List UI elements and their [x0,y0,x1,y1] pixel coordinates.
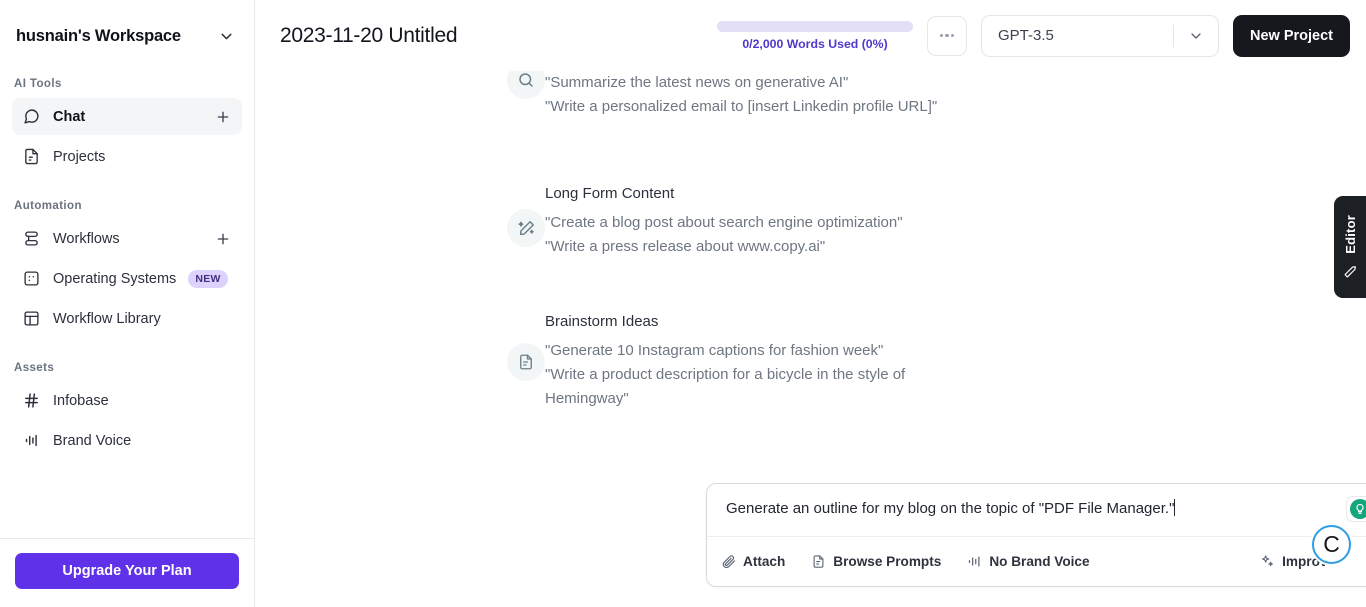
document-text-icon [507,343,545,381]
suggestion-line[interactable]: "Write a personalized email to [insert L… [545,95,1366,119]
word-usage-progress-bar [717,20,913,32]
hash-icon [22,391,41,410]
chat-suggestions-area: "Summarize the latest news on generative… [255,71,1366,607]
sidebar-item-workflow-library[interactable]: Workflow Library [12,300,242,337]
grid-dots-icon [22,269,41,288]
grammarly-widget[interactable] [1346,496,1366,522]
brand-voice-button[interactable]: No Brand Voice [967,554,1090,569]
sidebar-group-ai-tools: Chat Projects [0,98,254,178]
sidebar-item-operating-systems[interactable]: Operating Systems NEW [12,260,242,297]
ellipsis-icon [945,33,949,38]
chevron-down-icon[interactable] [1174,28,1218,44]
suggestion-line[interactable]: "Summarize the latest news on generative… [545,71,1366,95]
ellipsis-icon [951,33,955,38]
sidebar-group-automation: Workflows Operating Systems NEW Workflow… [0,220,254,340]
document-icon [811,554,826,569]
audio-waveform-icon [967,554,982,569]
sidebar-item-brand-voice[interactable]: Brand Voice [12,422,242,459]
sidebar-item-label: Infobase [53,392,109,409]
magic-pen-icon [507,209,545,247]
main-area: 2023-11-20 Untitled 0/2,000 Words Used (… [255,0,1366,607]
new-project-button[interactable]: New Project [1233,14,1350,57]
suggestion-group-brainstorm: Brainstorm Ideas "Generate 10 Instagram … [507,313,1366,411]
chat-support-c-icon: C [1312,525,1351,564]
more-options-button[interactable] [927,15,967,56]
top-bar-actions: 0/2,000 Words Used (0%) GPT-3.5 New Proj… [717,14,1350,57]
browse-prompts-button[interactable]: Browse Prompts [811,554,941,569]
workflow-icon [22,229,41,248]
browse-prompts-label: Browse Prompts [833,554,942,569]
audio-waveform-icon [22,431,41,450]
suggestion-line[interactable]: "Create a blog post about search engine … [545,211,1366,235]
suggestion-line[interactable]: "Write a product description for a bicyc… [545,363,965,411]
editor-side-tab[interactable]: Editor [1334,196,1366,298]
suggestions-list: "Summarize the latest news on generative… [255,71,1366,411]
attach-button[interactable]: Attach [721,554,785,569]
ellipsis-icon [939,33,943,38]
chat-input-value: Generate an outline for my blog on the t… [726,500,1175,517]
model-selector-value: GPT-3.5 [998,27,1054,44]
sidebar: husnain's Workspace AI Tools Chat Projec… [0,0,255,607]
sidebar-item-chat[interactable]: Chat [12,98,242,135]
upgrade-plan-button[interactable]: Upgrade Your Plan [15,553,239,589]
suggestion-line[interactable]: "Write a press release about www.copy.ai… [545,235,1366,259]
sidebar-item-label: Projects [53,148,106,165]
sidebar-item-workflows[interactable]: Workflows [12,220,242,257]
add-chat-icon[interactable] [214,108,232,126]
editor-tab-label: Editor [1342,214,1358,254]
model-selector[interactable]: GPT-3.5 [981,14,1219,57]
word-usage-meter: 0/2,000 Words Used (0%) [717,20,913,51]
suggestion-line[interactable]: "Generate 10 Instagram captions for fash… [545,339,1366,363]
sidebar-item-label: Operating Systems [53,270,177,287]
brand-voice-label: No Brand Voice [989,554,1090,569]
word-usage-label: 0/2,000 Words Used (0%) [742,36,888,51]
suggestion-title: Brainstorm Ideas [545,313,659,330]
suggestion-group-search: "Summarize the latest news on generative… [507,71,1366,119]
suggestion-title: Long Form Content [545,185,675,202]
page-title: 2023-11-20 Untitled [280,23,458,47]
add-workflow-icon[interactable] [214,230,232,248]
suggestion-group-long-form: Long Form Content "Create a blog post ab… [507,185,1366,259]
sparkle-icon [1260,554,1275,569]
search-icon [507,71,545,99]
top-bar: 2023-11-20 Untitled 0/2,000 Words Used (… [255,0,1366,71]
composer-input-row: Generate an outline for my blog on the t… [707,484,1366,536]
sidebar-section-label-automation: Automation [14,200,82,212]
pencil-icon [1343,260,1357,279]
chat-support-widget[interactable]: C [1310,523,1353,566]
composer-wrapper: Generate an outline for my blog on the t… [706,483,1366,587]
paperclip-icon [721,554,736,569]
status-badge-new: NEW [188,269,228,288]
workspace-switcher[interactable]: husnain's Workspace [0,0,254,72]
document-icon [22,147,41,166]
sidebar-section-label-ai-tools: AI Tools [14,78,62,90]
sidebar-item-infobase[interactable]: Infobase [12,382,242,419]
chat-bubble-icon [22,107,41,126]
chat-composer: Generate an outline for my blog on the t… [706,483,1366,587]
upgrade-section: Upgrade Your Plan [0,539,254,607]
sidebar-item-projects[interactable]: Projects [12,138,242,175]
sidebar-group-assets: Infobase Brand Voice [0,382,254,462]
text-caret [1174,499,1176,516]
chevron-down-icon[interactable] [216,26,236,46]
composer-toolbar: Attach Browse Prompts No Brand Voice Imp… [707,536,1366,586]
attach-label: Attach [743,554,786,569]
chat-input[interactable]: Generate an outline for my blog on the t… [726,498,1346,520]
sidebar-item-label: Brand Voice [53,432,132,449]
app-root: husnain's Workspace AI Tools Chat Projec… [0,0,1366,607]
workspace-name: husnain's Workspace [16,26,181,45]
sidebar-item-label: Workflow Library [53,310,161,327]
layout-icon [22,309,41,328]
lightbulb-icon[interactable] [1350,499,1366,519]
sidebar-item-label: Workflows [53,230,120,247]
sidebar-section-label-assets: Assets [14,362,55,374]
sidebar-item-label: Chat [53,108,86,125]
